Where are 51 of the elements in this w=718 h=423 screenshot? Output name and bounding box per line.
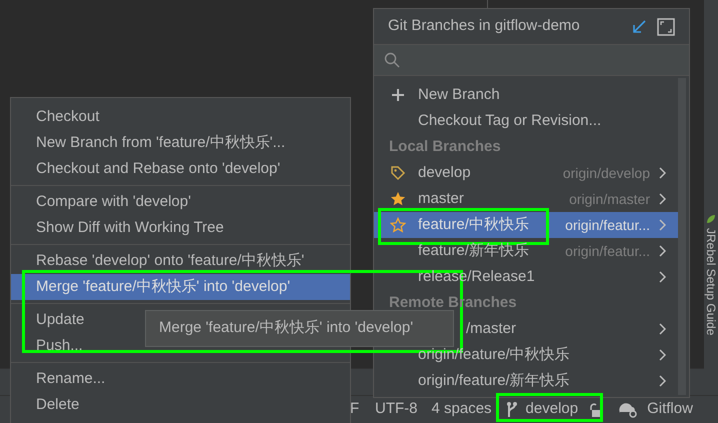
branch-name: master	[418, 188, 464, 209]
tracking-branch: origin/develop	[562, 164, 650, 183]
menu-item[interactable]: Delete	[11, 392, 350, 418]
branch-item[interactable]: feature/新年快乐 origin/featur...	[374, 238, 678, 264]
menu-item[interactable]: Show Diff with Working Tree	[11, 215, 350, 241]
inspection-icon[interactable]	[618, 400, 638, 418]
indent-setting[interactable]: 4 spaces	[432, 398, 492, 421]
branch-item[interactable]: develop origin/develop	[374, 160, 678, 186]
tracking-branch: origin/master	[569, 190, 650, 209]
chevron-right-icon	[658, 193, 666, 205]
chevron-right-icon	[658, 271, 666, 283]
chevron-right-icon	[658, 167, 666, 179]
gitflow-widget[interactable]: Gitflow	[647, 398, 693, 421]
menu-item[interactable]: New Branch from 'feature/中秋快乐'...	[11, 130, 350, 156]
popup-action[interactable]: Checkout Tag or Revision...	[374, 108, 678, 134]
plus-icon	[392, 89, 404, 101]
tooltip: Merge 'feature/中秋快乐' into 'develop'	[145, 310, 454, 347]
branch-name[interactable]: /master	[466, 318, 516, 340]
section-header: Local Branches	[388, 137, 502, 157]
line-separator[interactable]: F	[350, 398, 362, 421]
chevron-right-icon	[658, 245, 666, 257]
tracking-branch: origin/featur...	[565, 216, 650, 235]
menu-item[interactable]: Merge 'feature/中秋快乐' into 'develop'	[11, 274, 350, 300]
tracking-branch: origin/featur...	[565, 242, 650, 261]
chevron-right-icon	[658, 323, 666, 335]
menu-item[interactable]: Compare with 'develop'	[11, 189, 350, 215]
branch-name: develop	[418, 162, 471, 183]
menu-item[interactable]: Checkout and Rebase onto 'develop'	[11, 156, 350, 182]
tag-icon	[390, 165, 406, 181]
chevron-right-icon	[658, 375, 666, 387]
search-field[interactable]	[374, 45, 689, 76]
encoding[interactable]: UTF-8	[375, 398, 418, 421]
search-icon	[384, 52, 400, 68]
branch-name: feature/新年快乐	[418, 240, 529, 261]
leaf-icon	[706, 214, 716, 224]
branch-item[interactable]: feature/中秋快乐 origin/featur...	[374, 212, 678, 238]
expand-icon[interactable]	[657, 18, 675, 36]
popup-action[interactable]: New Branch	[374, 82, 678, 108]
branch-icon	[506, 400, 518, 418]
scrollbar[interactable]	[678, 78, 686, 395]
branch-item[interactable]: master origin/master	[374, 186, 678, 212]
branch-widget[interactable]: develop	[502, 398, 582, 422]
chevron-right-icon	[658, 219, 666, 231]
branch-name[interactable]: origin/feature/新年快乐	[418, 370, 570, 392]
menu-item[interactable]: Rebase 'develop' onto 'feature/中秋快乐'	[11, 248, 350, 274]
branch-name: feature/中秋快乐	[418, 214, 529, 235]
pin-arrow-icon[interactable]	[631, 18, 647, 34]
menu-item[interactable]: Checkout	[11, 104, 350, 130]
menu-item[interactable]: Rename...	[11, 366, 350, 392]
popup-title: Git Branches in gitflow-demo	[388, 16, 581, 36]
chevron-right-icon	[658, 349, 666, 361]
